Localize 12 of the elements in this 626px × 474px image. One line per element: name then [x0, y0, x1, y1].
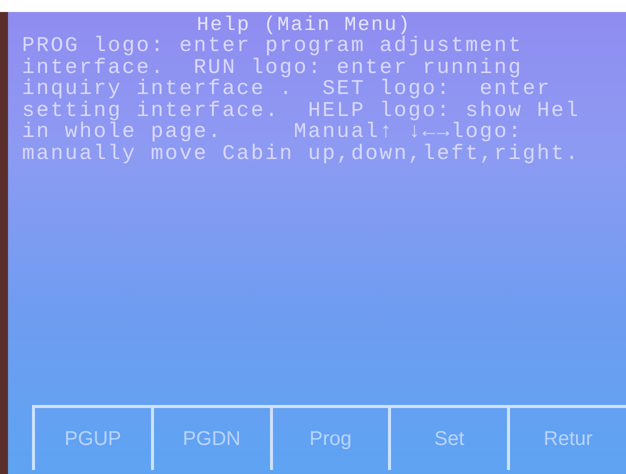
- help-text-line: PROG logo: enter program adjustment: [22, 36, 524, 58]
- soft-key-button[interactable]: Prog: [270, 408, 388, 470]
- soft-key-button[interactable]: PGUP: [32, 408, 151, 470]
- screen-title: Help (Main Menu): [196, 16, 412, 36]
- help-text-line: in whole page. Manual↑ ↓←→logo:: [22, 122, 523, 144]
- soft-key-button[interactable]: PGDN: [150, 408, 270, 470]
- help-text-line: interface. RUN logo: enter running: [22, 58, 524, 79]
- help-text-line: manually move Cabin up,down,left,right.: [22, 144, 581, 165]
- soft-key-button[interactable]: Set: [388, 408, 508, 470]
- help-text-line: inquiry interface . SET logo: enter: [22, 79, 552, 100]
- help-text-line: setting interface. HELP logo: show Hel: [22, 100, 581, 122]
- soft-key-button[interactable]: Retur: [507, 408, 626, 470]
